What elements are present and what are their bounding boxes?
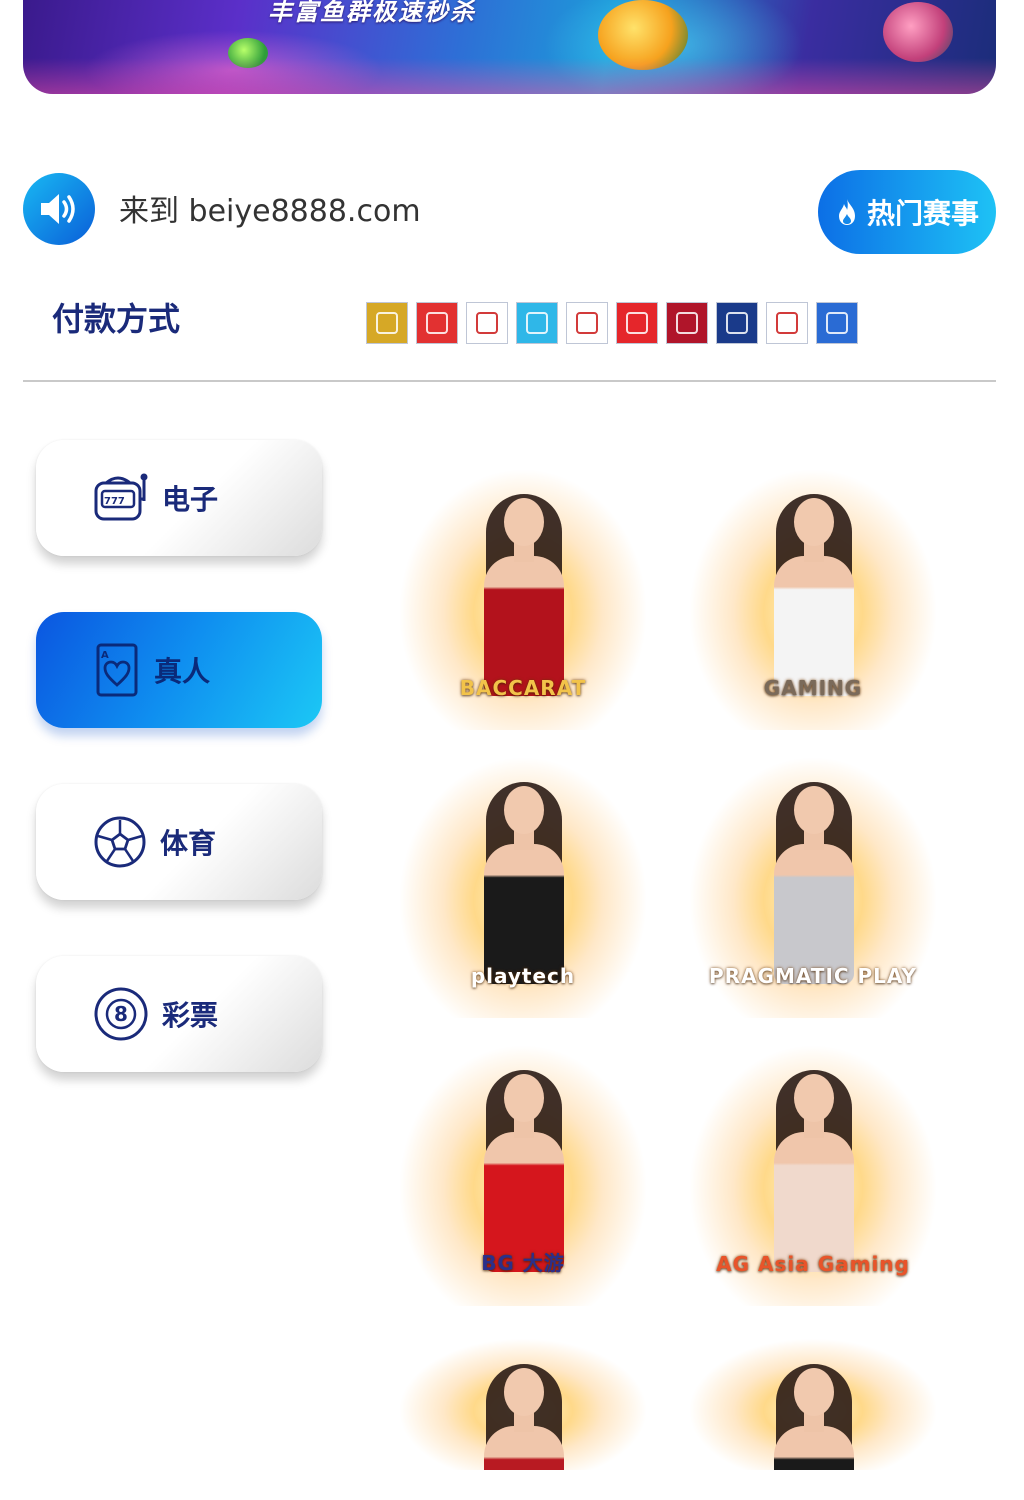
dealer-face xyxy=(794,1368,834,1416)
dealer-dress xyxy=(774,844,854,984)
dealer-dress xyxy=(484,556,564,696)
dealer-image xyxy=(766,486,862,696)
payment-logo-8 xyxy=(716,302,758,344)
payment-logo-2 xyxy=(416,302,458,344)
live-game-card[interactable]: playtech xyxy=(398,756,648,1018)
slot-machine-icon: 777 xyxy=(94,473,148,521)
notice-bar: 来到 beiye8888.com 热门赛事 xyxy=(23,170,996,254)
dealer-face xyxy=(504,1074,544,1122)
hot-events-button[interactable]: 热门赛事 xyxy=(818,170,996,254)
dealer-dress xyxy=(484,844,564,984)
live-game-card[interactable]: BG 大游 xyxy=(398,1044,648,1306)
provider-logo: playtech xyxy=(470,964,576,988)
svg-text:8: 8 xyxy=(114,1002,128,1026)
category-label: 真人 xyxy=(154,655,211,688)
flame-icon xyxy=(838,199,855,225)
coral-decoration xyxy=(23,58,996,94)
page: 丰富鱼群极速秒杀 来到 beiye8888.com 热门赛事 付款方式 777 xyxy=(0,0,1024,1500)
provider-logo: AG Asia Gaming xyxy=(716,1252,910,1276)
payment-logo-1 xyxy=(366,302,408,344)
speaker-icon xyxy=(23,173,95,245)
dealer-image xyxy=(476,1062,572,1272)
fishing-game-banner[interactable]: 丰富鱼群极速秒杀 xyxy=(23,0,996,94)
live-game-card[interactable] xyxy=(688,1338,938,1470)
category-electronic[interactable]: 777 电子 xyxy=(36,440,322,556)
payment-logo-mark xyxy=(826,312,848,334)
hot-events-label: 热门赛事 xyxy=(866,197,979,230)
live-game-card[interactable]: AG Asia Gaming xyxy=(688,1044,938,1306)
payment-logo-mark xyxy=(626,312,648,334)
category-label: 体育 xyxy=(160,827,217,860)
divider xyxy=(23,380,996,382)
category-live[interactable]: A 真人 xyxy=(36,612,322,728)
svg-text:777: 777 xyxy=(104,496,125,507)
dealer-face xyxy=(504,786,544,834)
dealer-face xyxy=(794,498,834,546)
dealer-dress xyxy=(774,1426,854,1470)
dealer-image xyxy=(766,1062,862,1272)
dealer-face xyxy=(794,786,834,834)
banner-caption: 丰富鱼群极速秒杀 xyxy=(268,0,476,26)
dealer-image xyxy=(766,774,862,984)
dealer-face xyxy=(504,1368,544,1416)
payment-logo-10 xyxy=(816,302,858,344)
payment-logo-mark xyxy=(576,312,598,334)
payment-logo-mark xyxy=(726,312,748,334)
category-lottery[interactable]: 8 彩票 xyxy=(36,956,322,1072)
payment-methods-title: 付款方式 xyxy=(52,300,181,338)
lottery-ball-icon: 8 xyxy=(94,987,148,1041)
payment-logo-mark xyxy=(776,312,798,334)
category-label: 电子 xyxy=(162,483,219,516)
payment-logo-4 xyxy=(516,302,558,344)
payment-logo-mark xyxy=(526,312,548,334)
payment-logo-6 xyxy=(616,302,658,344)
notice-marquee: 来到 beiye8888.com xyxy=(119,194,421,229)
payment-logos xyxy=(366,302,858,344)
dealer-dress xyxy=(774,556,854,696)
provider-logo: BG 大游 xyxy=(481,1251,565,1275)
dealer-dress xyxy=(774,1132,854,1272)
provider-logo: GAMING xyxy=(763,676,863,700)
payment-logo-mark xyxy=(676,312,698,334)
svg-text:A: A xyxy=(101,650,109,661)
live-game-card[interactable]: GAMING xyxy=(688,468,938,730)
dealer-dress xyxy=(484,1426,564,1470)
payment-logo-mark xyxy=(476,312,498,334)
fish-icon xyxy=(883,2,953,62)
dealer-image xyxy=(766,1356,862,1470)
provider-logo: BACCARAT xyxy=(459,676,587,700)
dealer-face xyxy=(794,1074,834,1122)
dealer-image xyxy=(476,1356,572,1470)
live-game-card[interactable]: BACCARAT xyxy=(398,468,648,730)
payment-logo-7 xyxy=(666,302,708,344)
playing-card-heart-icon: A xyxy=(96,643,138,697)
live-game-card[interactable]: PRAGMATIC PLAY xyxy=(688,756,938,1018)
payment-logo-3 xyxy=(466,302,508,344)
category-label: 彩票 xyxy=(162,999,219,1032)
payment-logo-mark xyxy=(376,312,398,334)
dealer-image xyxy=(476,486,572,696)
payment-logo-9 xyxy=(766,302,808,344)
dealer-image xyxy=(476,774,572,984)
payment-logo-5 xyxy=(566,302,608,344)
category-sports[interactable]: 体育 xyxy=(36,784,322,900)
dealer-face xyxy=(504,498,544,546)
soccer-ball-icon xyxy=(94,816,146,868)
provider-logo: PRAGMATIC PLAY xyxy=(709,964,917,988)
live-game-card[interactable] xyxy=(398,1338,648,1470)
payment-logo-mark xyxy=(426,312,448,334)
